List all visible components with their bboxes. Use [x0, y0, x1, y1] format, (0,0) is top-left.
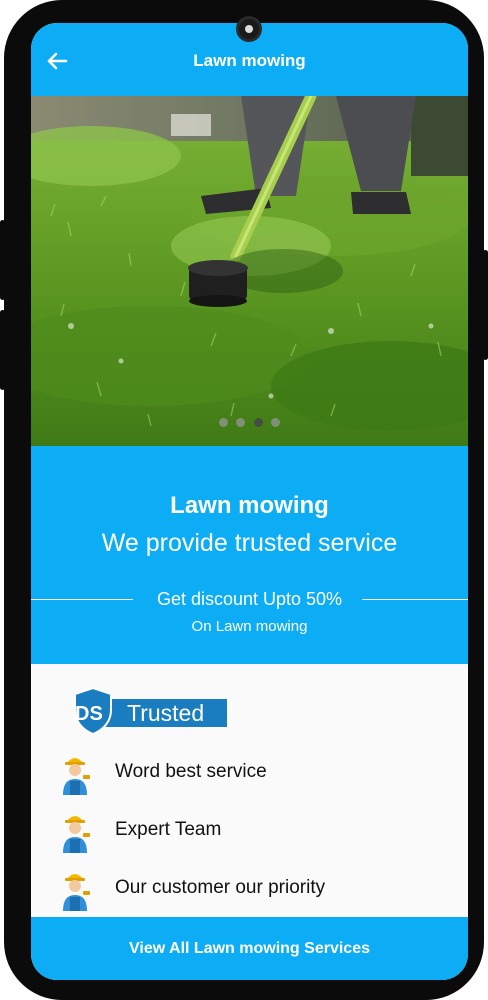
- carousel-dot[interactable]: [236, 418, 246, 427]
- phone-frame: Lawn mowing Lawn mowing We provide trust…: [0, 0, 488, 1000]
- badge-text: Trusted: [127, 700, 204, 726]
- app-screen: Lawn mowing Lawn mowing We provide trust…: [31, 23, 468, 980]
- promo-subtitle: We provide trusted service: [101, 529, 398, 557]
- worker-icon: [63, 816, 90, 853]
- badge-letters: DS: [75, 703, 103, 725]
- feature-label: Expert Team: [115, 819, 222, 840]
- worker-icon: [63, 758, 90, 795]
- trust-section: DS Trusted Word best service Expert Team…: [31, 664, 468, 917]
- volume-button: [0, 220, 5, 300]
- trusted-badge: DS Trusted: [71, 686, 231, 736]
- front-camera: [236, 16, 262, 42]
- worker-icon: [63, 874, 90, 911]
- page-title: Lawn mowing: [193, 51, 306, 70]
- side-button: [483, 250, 488, 360]
- lawn-trimmer-photo: [31, 96, 468, 446]
- feature-item: Word best service: [59, 751, 459, 795]
- promo-title: Lawn mowing: [170, 492, 329, 519]
- feature-label: Word best service: [115, 761, 267, 782]
- hero-carousel[interactable]: [31, 96, 468, 446]
- view-all-services-button[interactable]: View All Lawn mowing Services: [31, 917, 468, 980]
- carousel-dot-active[interactable]: [253, 418, 263, 427]
- promo-banner: Lawn mowing We provide trusted service G…: [31, 446, 468, 664]
- discount-text: Get discount Upto 50%: [156, 589, 343, 609]
- discount-target: On Lawn mowing: [191, 618, 308, 635]
- carousel-dot[interactable]: [218, 418, 228, 427]
- feature-label: Our customer our priority: [115, 877, 326, 898]
- feature-item: Our customer our priority: [59, 867, 459, 911]
- power-button: [0, 310, 5, 390]
- carousel-indicator: [31, 414, 468, 432]
- feature-item: Expert Team: [59, 809, 459, 853]
- carousel-dot[interactable]: [271, 418, 281, 427]
